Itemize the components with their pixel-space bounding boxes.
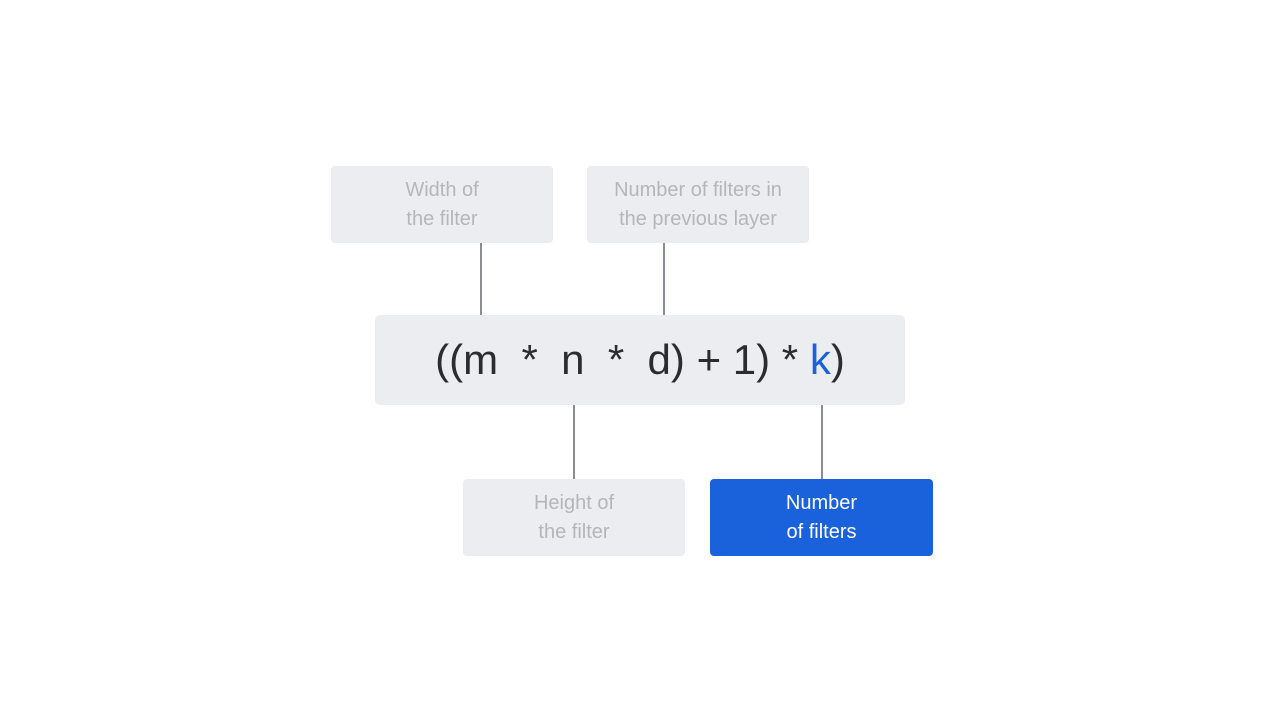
formula-box: ((m * n * d) + 1) * k ) [375,315,905,405]
label-number-of-filters: Number of filters [710,479,933,556]
label-text-line2: of filters [786,520,857,543]
label-text-line2: the filter [406,207,478,230]
formula-n: n [561,336,585,383]
formula-plus: + [684,336,733,383]
formula-op: * [498,336,562,383]
label-height-of-filter: Height of the filter [463,479,685,556]
label-width-of-filter: Width of the filter [331,166,553,243]
formula-op: * [584,336,648,383]
label-text-line1: Height of [533,491,615,514]
label-text-line1: Number of filters in [614,178,782,201]
formula-d: d) [647,336,685,383]
label-text-line1: Width of [405,178,479,201]
formula-close: ) [830,336,845,383]
formula-k: k [809,336,831,383]
formula: ((m * n * d) + 1) * k ) [375,315,905,405]
label-text-line2: the previous layer [619,207,777,230]
formula-m: ((m [435,336,499,383]
label-text-line2: the filter [538,520,610,543]
label-prev-layer-filters: Number of filters in the previous layer [587,166,809,243]
label-text-line1: Number [785,491,858,514]
formula-op: * [770,336,810,383]
formula-one: 1) [732,336,771,383]
